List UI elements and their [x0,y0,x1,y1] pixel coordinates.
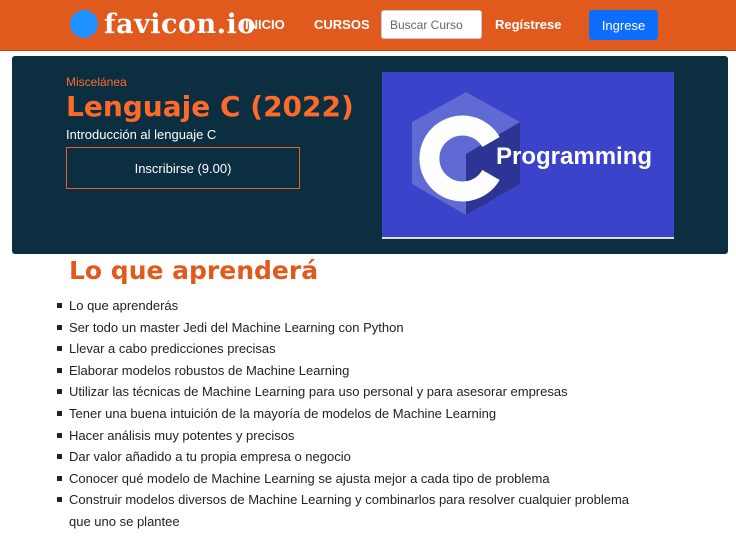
list-item: Utilizar las técnicas de Machine Learnin… [57,381,637,403]
course-title: Lenguaje C (2022) [66,90,354,123]
learn-heading: Lo que aprenderá [69,256,319,285]
list-item: Dar valor añadido a tu propia empresa o … [57,446,637,468]
course-image: Programming [382,72,674,239]
list-item: Llevar a cabo predicciones precisas [57,338,637,360]
list-item: Tener una buena intuición de la mayoría … [57,403,637,425]
list-item: Lo que aprenderás [57,295,637,317]
list-item: Conocer qué modelo de Machine Learning s… [57,468,637,490]
list-item: Ser todo un master Jedi del Machine Lear… [57,317,637,339]
learn-list: Lo que aprenderás Ser todo un master Jed… [57,295,637,533]
favicon-circle-icon [70,10,98,38]
list-item: Construir modelos diversos de Machine Le… [57,489,637,532]
nav-link-cursos[interactable]: CURSOS [314,17,370,32]
search-input[interactable] [381,10,482,39]
nav-link-inicio[interactable]: INICIO [245,17,285,32]
c-programming-logo: Programming [412,92,652,215]
enroll-button[interactable]: Inscribirse (9.00) [66,147,300,189]
course-category: Miscelánea [66,75,127,89]
course-hero: Miscelánea Lenguaje C (2022) Introducció… [12,56,728,254]
register-link[interactable]: Regístrese [495,17,561,32]
list-item: Elaborar modelos robustos de Machine Lea… [57,360,637,382]
brand-logo[interactable]: favicon.io [70,6,256,42]
image-programming-text: Programming [496,143,652,170]
login-button[interactable]: Ingrese [589,10,658,40]
brand-name: favicon.io [104,8,256,40]
list-item: Hacer análisis muy potentes y precisos [57,425,637,447]
navbar: favicon.io INICIO CURSOS Regístrese Ingr… [0,0,736,51]
course-subtitle: Introducción al lenguaje C [66,127,217,142]
